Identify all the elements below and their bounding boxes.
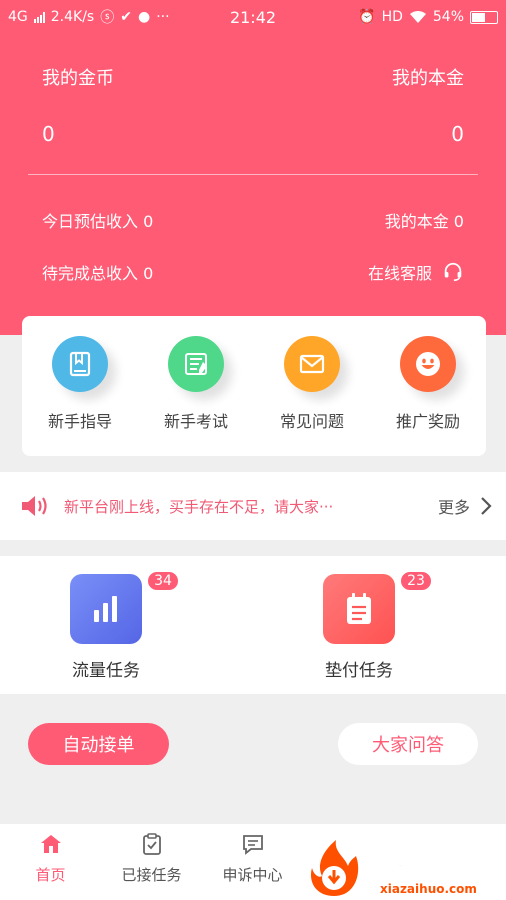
flame-logo-icon <box>310 840 359 896</box>
quick-link-label: 推广奖励 <box>395 412 460 431</box>
task-icon-box: 34 <box>70 570 180 644</box>
more-dots-icon: ··· <box>156 9 170 25</box>
mail-icon <box>299 354 325 374</box>
watermark: 下载火 xiazaihuo.com <box>296 830 506 900</box>
tab-label: 申诉中心 <box>222 866 283 884</box>
smile-icon <box>416 352 440 376</box>
quick-link-guide[interactable]: 新手指导 <box>30 336 130 456</box>
message-icon: ● <box>137 9 151 25</box>
exam-icon <box>185 353 207 375</box>
traffic-task[interactable]: 34 流量任务 <box>46 570 180 681</box>
tab-complaint-center[interactable]: 申诉中心 <box>202 824 303 900</box>
quick-link-label: 新手指导 <box>47 412 112 431</box>
coins-value: 0 <box>42 122 55 146</box>
online-service-label: 在线客服 <box>367 264 432 283</box>
quick-link-label: 常见问题 <box>279 412 344 431</box>
task-count-badge: 34 <box>146 570 180 592</box>
quick-link-referral[interactable]: 推广奖励 <box>378 336 478 456</box>
book-icon <box>69 351 91 377</box>
chevron-right-icon <box>481 497 492 515</box>
network-speed: 2.4K/s <box>50 9 95 25</box>
wifi-icon <box>409 10 426 23</box>
task-check-icon <box>142 833 161 855</box>
community-qa-button[interactable]: 大家问答 <box>338 723 478 765</box>
advance-payment-task[interactable]: 23 垫付任务 <box>299 570 433 681</box>
quick-link-label: 新手考试 <box>163 412 228 431</box>
signal-icon <box>33 11 45 23</box>
more-label: 更多 <box>437 498 470 517</box>
speaker-icon <box>22 496 47 516</box>
account-header: 我的金币 我的本金 0 0 今日预估收入 0 我的本金 0 待完成总收入 0 在… <box>0 34 506 335</box>
pending-income: 待完成总收入 0 <box>42 264 154 283</box>
task-label: 垫付任务 <box>325 661 393 681</box>
battery-icon <box>470 10 498 24</box>
tab-accepted-tasks[interactable]: 已接任务 <box>101 824 202 900</box>
announcement-bar[interactable]: 新平台刚上线，买手存在不足，请大家··· 更多 <box>0 472 506 540</box>
hd-label: HD <box>381 9 403 25</box>
coins-label: 我的金币 <box>42 68 114 89</box>
battery-percent: 54% <box>432 9 464 25</box>
online-service-button[interactable]: 在线客服 <box>368 260 464 284</box>
task-icon-box: 23 <box>323 570 433 644</box>
quick-link-circle <box>400 336 456 392</box>
my-principal: 我的本金 0 <box>384 212 464 231</box>
auto-accept-button[interactable]: 自动接单 <box>28 723 169 765</box>
alarm-icon: ⏰ <box>358 9 376 25</box>
quick-link-circle <box>284 336 340 392</box>
more-button[interactable]: 更多 <box>438 494 492 518</box>
task-count-badge: 23 <box>399 570 433 592</box>
quick-link-circle <box>168 336 224 392</box>
principal-label: 我的本金 <box>392 68 464 89</box>
watermark-site: xiazaihuo.com <box>380 882 477 896</box>
quick-links-card: 新手指导 新手考试 常见问题 推广奖励 <box>22 316 486 456</box>
s-app-icon: ⓢ <box>100 10 115 26</box>
check-icon: ✔ <box>120 9 132 25</box>
task-section: 34 流量任务 23 垫付任务 <box>0 556 506 694</box>
tab-home[interactable]: 首页 <box>0 824 101 900</box>
quick-link-faq[interactable]: 常见问题 <box>262 336 362 456</box>
network-label: 4G <box>8 9 28 25</box>
status-bar: 4G 2.4K/s ⓢ ✔ ● ··· 21:42 ⏰ HD 54% <box>0 0 506 34</box>
chat-icon <box>242 835 263 855</box>
headset-icon <box>444 262 462 282</box>
tab-label: 已接任务 <box>121 866 182 884</box>
clipboard-icon <box>347 593 371 624</box>
announcement-text: 新平台刚上线，买手存在不足，请大家··· <box>64 497 334 516</box>
quick-link-exam[interactable]: 新手考试 <box>146 336 246 456</box>
header-divider <box>28 174 478 175</box>
watermark-brand: 下载火 <box>369 842 491 888</box>
principal-value: 0 <box>451 122 464 146</box>
tab-label: 首页 <box>35 866 66 884</box>
chart-icon <box>94 596 117 622</box>
quick-link-circle <box>52 336 108 392</box>
task-label: 流量任务 <box>72 661 140 681</box>
today-income: 今日预估收入 0 <box>42 212 154 231</box>
home-icon <box>40 835 61 853</box>
